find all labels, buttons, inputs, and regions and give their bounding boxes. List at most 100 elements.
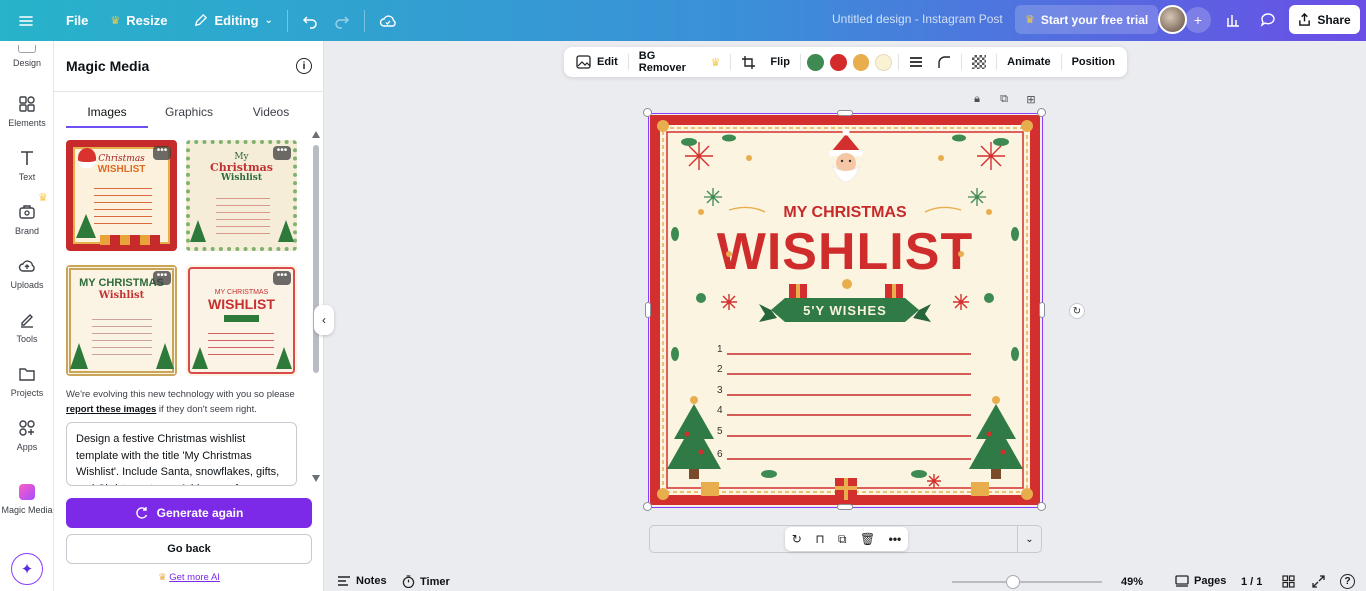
more-options-button[interactable]: ••• [153, 271, 171, 285]
info-icon[interactable]: i [296, 58, 312, 74]
resize-handle[interactable] [643, 108, 652, 117]
tab-videos[interactable]: Videos [230, 102, 312, 128]
notes-button[interactable]: Notes [337, 575, 387, 587]
zoom-slider-knob[interactable] [1006, 575, 1020, 589]
border-style-button[interactable] [905, 56, 927, 68]
collapse-panel-button[interactable]: ‹ [314, 305, 334, 335]
generate-again-button[interactable]: Generate again [66, 498, 312, 528]
menu-button[interactable] [10, 6, 42, 36]
duplicate-icon[interactable]: ⧉ [838, 532, 847, 547]
file-menu[interactable]: File [58, 6, 96, 36]
more-options-button[interactable]: ••• [273, 271, 291, 285]
animate-button[interactable]: Animate [1003, 56, 1054, 68]
help-button[interactable]: ? [1340, 574, 1355, 589]
color-swatch-red[interactable] [829, 53, 847, 71]
timer-button[interactable]: Timer [402, 575, 450, 588]
insights-button[interactable] [1220, 7, 1246, 33]
list-number: 5 [717, 426, 723, 437]
edit-image-button[interactable]: Edit [572, 55, 622, 69]
resize-handle[interactable] [837, 504, 853, 510]
undo-button[interactable] [294, 6, 326, 36]
design-title[interactable]: Untitled design - Instagram Post [832, 12, 1003, 26]
rail-item-elements[interactable]: Elements [0, 95, 54, 128]
fullscreen-button[interactable] [1312, 575, 1325, 588]
trial-label: Start your free trial [1040, 12, 1149, 27]
tree-icon [190, 220, 206, 242]
position-button[interactable]: Position [1068, 56, 1119, 68]
tab-graphics[interactable]: Graphics [148, 102, 230, 128]
resize-handle[interactable] [1037, 502, 1046, 511]
share-button[interactable]: Share [1289, 5, 1360, 34]
rail-item-projects[interactable]: Projects [0, 365, 54, 398]
color-swatch-gold[interactable] [852, 53, 870, 71]
comment-add-icon[interactable]: ↻ [792, 532, 802, 546]
rotate-handle[interactable]: ↻ [1069, 303, 1085, 319]
more-options-button[interactable]: ••• [273, 146, 291, 160]
resize-label: Resize [126, 13, 168, 28]
rail-item-brand[interactable]: ♛ Brand [0, 192, 54, 236]
rail-item-tools[interactable]: Tools [0, 311, 54, 344]
resize-button[interactable]: ♛ Resize [102, 6, 175, 36]
tab-images[interactable]: Images [66, 102, 148, 128]
add-page-icon[interactable]: ⊞ [1024, 93, 1038, 107]
generated-image-1[interactable]: Christmas WISHLIST ••• [66, 140, 177, 251]
pages-button[interactable]: Pages [1175, 575, 1226, 587]
lock-icon[interactable]: ⊓ [815, 532, 824, 546]
scroll-down-icon[interactable] [312, 475, 320, 482]
trash-icon[interactable]: 🗑︎ [860, 532, 875, 546]
redo-button[interactable] [326, 6, 358, 36]
comments-button[interactable] [1255, 7, 1281, 33]
editing-dropdown[interactable]: Editing ⌄ [185, 6, 280, 36]
transparency-button[interactable] [968, 55, 990, 69]
magic-assistant-button[interactable]: ✦ [11, 553, 43, 585]
chevron-down-icon: ⌄ [1025, 533, 1034, 545]
rail-item-uploads[interactable]: Uploads [0, 257, 54, 290]
generated-image-2[interactable]: My Christmas Wishlist ••• [186, 140, 297, 251]
scroll-up-icon[interactable] [312, 131, 320, 138]
grid-view-button[interactable] [1282, 575, 1295, 588]
generated-image-4[interactable]: MY CHRISTMAS WISHLIST ••• [186, 265, 297, 376]
resize-handle[interactable] [1039, 302, 1045, 318]
prompt-input[interactable]: Design a festive Christmas wishlist temp… [66, 422, 297, 486]
timer-label: Timer [420, 575, 450, 588]
bg-remover-button[interactable]: BG Remover ♛ [635, 50, 725, 74]
more-options-button[interactable]: ••• [153, 146, 171, 160]
rail-item-magic-media[interactable]: Magic Media [0, 484, 54, 515]
share-icon [1299, 13, 1311, 26]
crop-button[interactable] [737, 55, 760, 70]
more-icon[interactable]: ••• [889, 532, 902, 546]
resize-handle[interactable] [643, 502, 652, 511]
corner-rounding-button[interactable] [933, 55, 955, 69]
rail-item-text[interactable]: Text [0, 149, 54, 182]
cloud-save-button[interactable] [371, 6, 405, 36]
scroll-thumb[interactable] [313, 145, 319, 373]
get-more-ai-link[interactable]: ♛ Get more AI [54, 572, 324, 583]
resize-handle[interactable] [1037, 108, 1046, 117]
grid-icon [1282, 575, 1295, 588]
color-swatch-green[interactable] [806, 53, 824, 71]
go-back-button[interactable]: Go back [66, 534, 312, 564]
avatar[interactable] [1158, 5, 1187, 34]
rail-label: Tools [16, 334, 38, 344]
add-collaborator-button[interactable]: + [1185, 7, 1211, 33]
color-swatch-cream[interactable] [875, 53, 893, 71]
duplicate-icon[interactable]: ⧉ [997, 93, 1011, 107]
rail-item-design[interactable]: Design [0, 45, 54, 68]
flip-button[interactable]: Flip [766, 56, 794, 68]
resize-handle[interactable] [645, 302, 651, 318]
page-expand-button[interactable]: ⌄ [1017, 525, 1042, 553]
resize-handle[interactable] [837, 110, 853, 116]
zoom-level[interactable]: 49% [1121, 576, 1143, 588]
wishlist-poster: MY CHRISTMAS WISHLIST 5'Y WISHES 1 2 3 4… [649, 114, 1041, 506]
list-number: 4 [717, 405, 723, 416]
generated-image-3[interactable]: MY CHRISTMAS Wishlist ••• [66, 265, 177, 376]
design-canvas[interactable]: MY CHRISTMAS WISHLIST 5'Y WISHES 1 2 3 4… [643, 108, 1046, 511]
lock-icon[interactable]: 🔒︎ [970, 93, 984, 107]
crown-icon: ♛ [1025, 14, 1035, 26]
image-edit-icon [576, 55, 591, 69]
bar-chart-icon [1227, 15, 1239, 27]
free-trial-button[interactable]: ♛ Start your free trial [1015, 5, 1159, 34]
report-images-link[interactable]: report these images [66, 404, 156, 415]
rail-item-apps[interactable]: Apps [0, 419, 54, 452]
zoom-slider-track[interactable] [952, 581, 1102, 583]
